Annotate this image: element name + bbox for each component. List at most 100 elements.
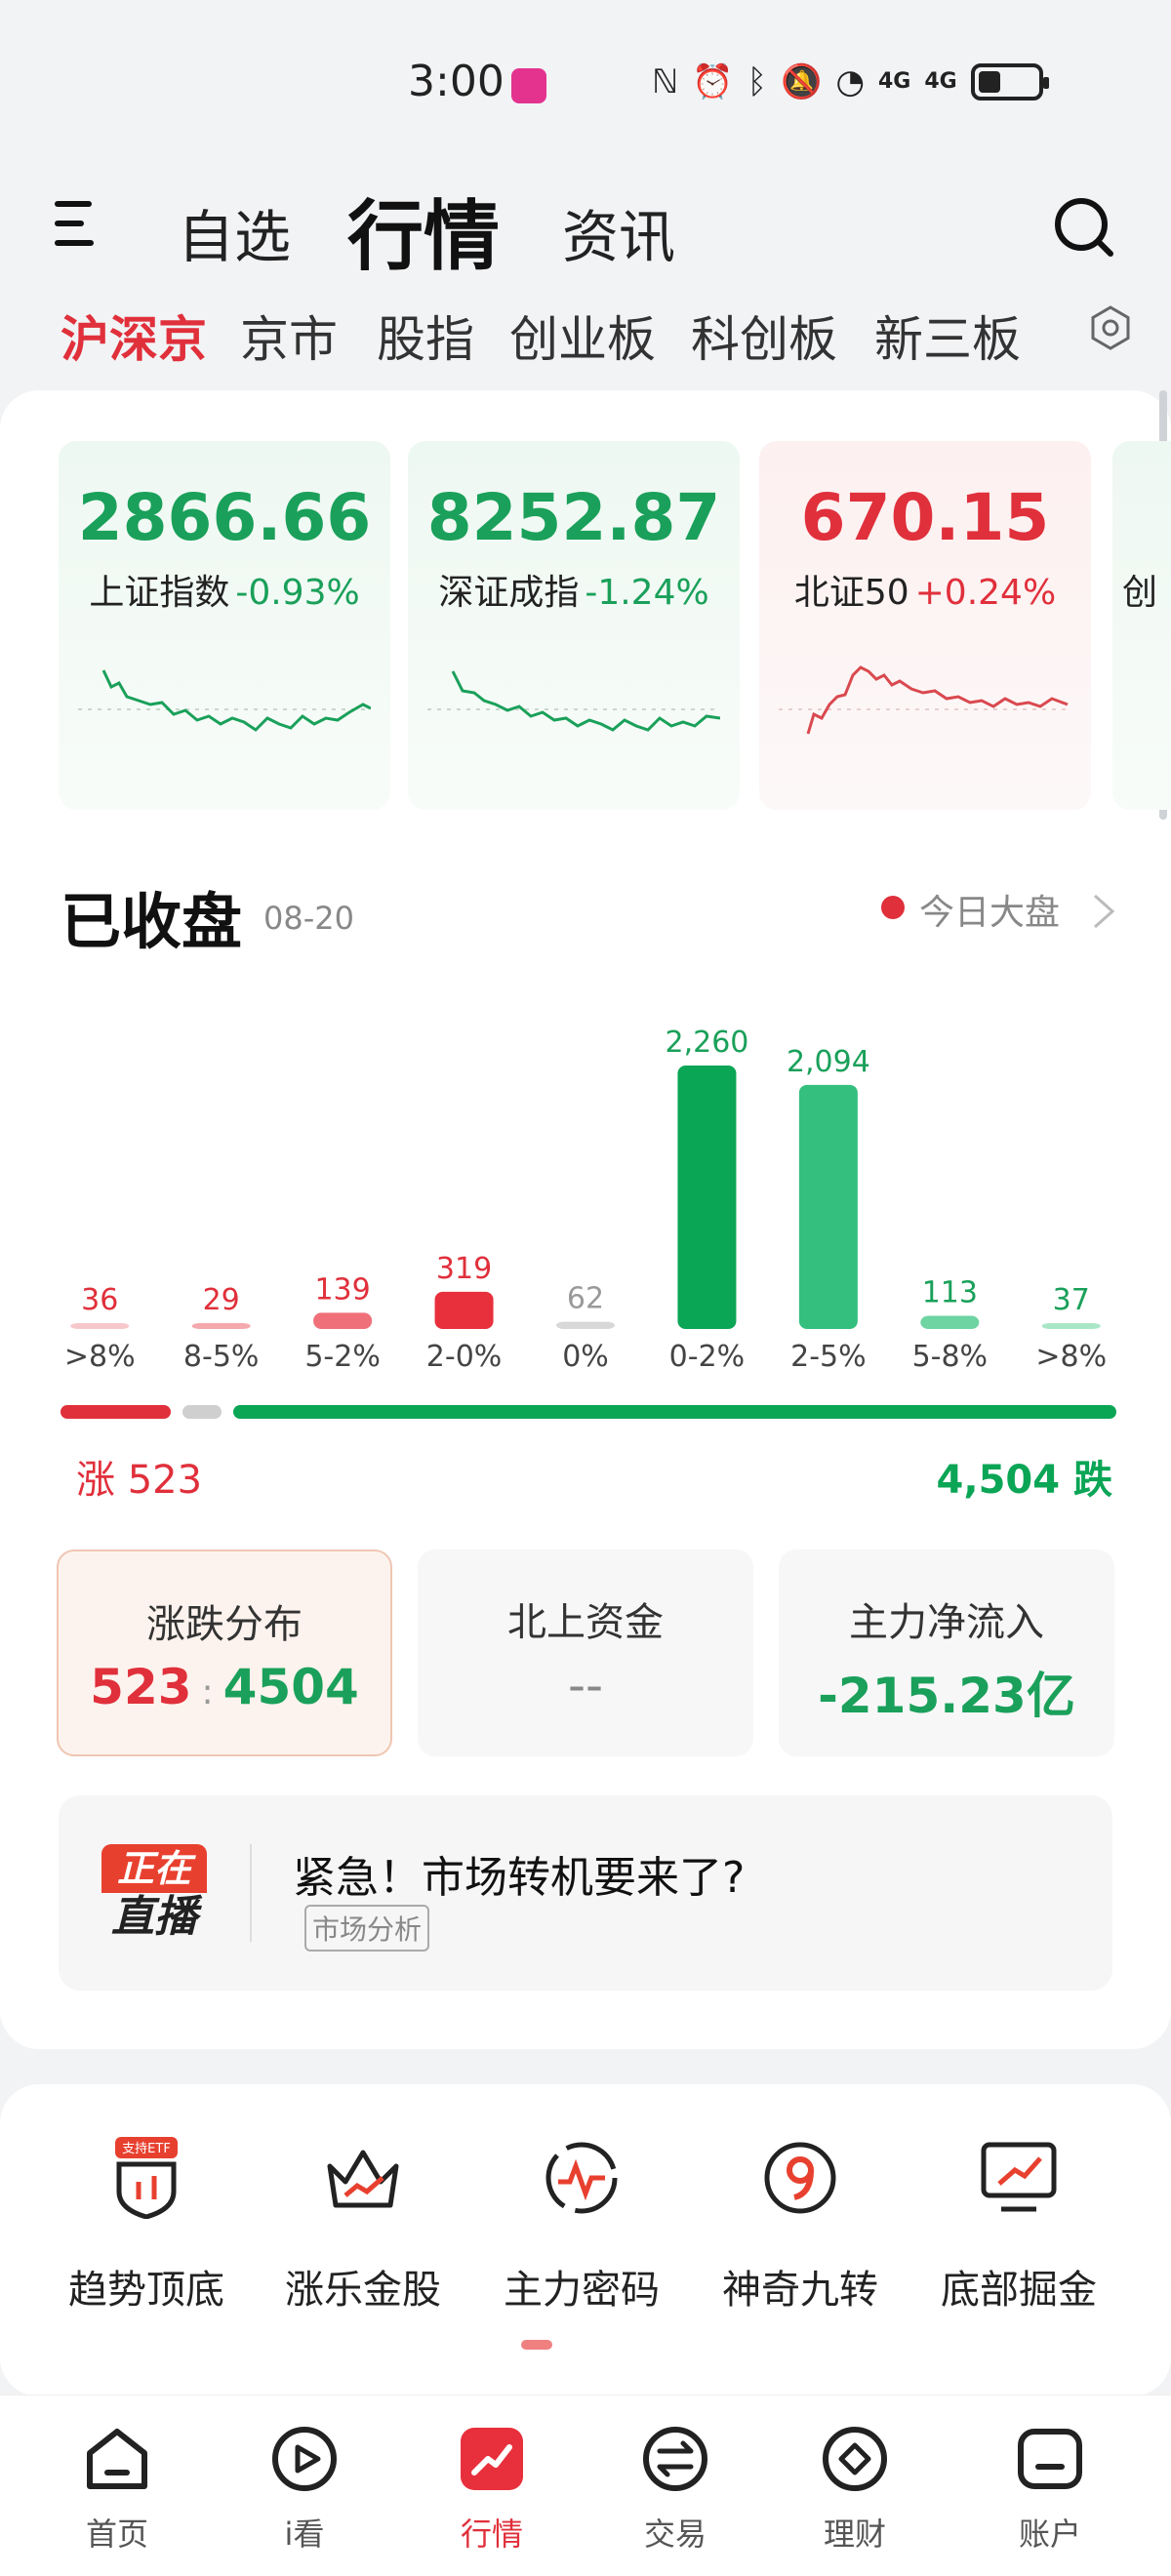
status-bar: 3:00 ℕ ⏰ ᛒ 🔕 ◔ 4G 4G bbox=[0, 0, 1171, 166]
bottom-nav-market[interactable]: 行情 bbox=[414, 2424, 570, 2555]
live-banner[interactable]: 正在 直播 紧急！市场转机要来了? 市场分析 bbox=[59, 1795, 1112, 1991]
tools-pager-indicator bbox=[521, 2340, 552, 2350]
live-badge-top: 正在 bbox=[101, 1844, 207, 1893]
chart-bar bbox=[677, 1066, 737, 1329]
chart-bar bbox=[556, 1321, 615, 1329]
stat-label: 涨跌分布 bbox=[146, 1602, 303, 1647]
subtab-chuangyeban[interactable]: 创业板 bbox=[509, 301, 656, 371]
chart-bar bbox=[1041, 1323, 1101, 1329]
chart-category-label: 5-8% bbox=[912, 1340, 989, 1374]
status-icons: ℕ ⏰ ᛒ 🔕 ◔ 4G 4G bbox=[652, 62, 1049, 101]
stat-value: -215.23亿 bbox=[818, 1668, 1075, 1724]
sparkline bbox=[78, 669, 371, 732]
status-time: 3:00 bbox=[408, 57, 505, 106]
chart-bar bbox=[313, 1312, 373, 1329]
chart-category-label: 5-2% bbox=[304, 1340, 381, 1374]
tool-label: 涨乐金股 bbox=[285, 2268, 441, 2313]
subtab-hushenjing[interactable]: 沪深京 bbox=[61, 301, 207, 371]
rise-count: 涨 523 bbox=[76, 1458, 203, 1503]
index-value: 670.15 bbox=[800, 480, 1050, 555]
bottom-nav-ikan[interactable]: i看 bbox=[226, 2424, 383, 2555]
chart-bar bbox=[920, 1315, 980, 1329]
index-change: -1.24% bbox=[585, 573, 709, 613]
index-card-chuangye[interactable]: 创 bbox=[1112, 441, 1171, 810]
subtab-xinsanban[interactable]: 新三板 bbox=[874, 301, 1021, 371]
tool-trend-top-bottom[interactable]: 支持ETF 趋势顶底 bbox=[49, 2137, 244, 2314]
wealth-icon bbox=[820, 2424, 890, 2494]
search-icon[interactable] bbox=[1052, 195, 1114, 258]
index-value: 8252.87 bbox=[426, 480, 721, 555]
bottom-nav-account[interactable]: 账户 bbox=[972, 2424, 1128, 2555]
index-label: 深证成指 -1.24% bbox=[408, 564, 740, 615]
chart-value-label: 319 bbox=[436, 1252, 492, 1286]
live-title: 紧急！市场转机要来了? bbox=[293, 1853, 746, 1903]
account-icon bbox=[1015, 2424, 1085, 2494]
bottom-nav-wealth[interactable]: 理财 bbox=[777, 2424, 933, 2555]
nfc-icon: ℕ bbox=[652, 62, 679, 101]
battery-icon bbox=[970, 63, 1049, 101]
tab-zixun[interactable]: 资讯 bbox=[562, 191, 675, 273]
index-card-beizheng50[interactable]: 670.15 北证50 +0.24% bbox=[759, 441, 1091, 810]
stat-label: 北上资金 bbox=[507, 1600, 664, 1645]
shield-chart-icon: 支持ETF bbox=[105, 2137, 187, 2220]
stat-northbound-funds[interactable]: 北上资金 -- bbox=[418, 1550, 753, 1756]
stat-main-net-inflow[interactable]: 主力净流入 -215.23亿 bbox=[779, 1550, 1114, 1756]
exchange-icon bbox=[640, 2424, 710, 2494]
chevron-right-icon[interactable] bbox=[1091, 892, 1116, 931]
settings-icon[interactable] bbox=[1087, 304, 1134, 351]
live-tag: 市场分析 bbox=[304, 1905, 430, 1952]
fall-progress-bar bbox=[233, 1405, 1116, 1419]
index-card-shanghai[interactable]: 2866.66 上证指数 -0.93% bbox=[59, 441, 390, 810]
stat-rise-fall-distribution[interactable]: 涨跌分布 523:4504 bbox=[57, 1550, 392, 1756]
tool-magic-nine-turn[interactable]: 神奇九转 bbox=[703, 2137, 898, 2314]
tool-label: 趋势顶底 bbox=[68, 2268, 224, 2313]
index-name: 创 bbox=[1122, 573, 1158, 613]
market-icon bbox=[457, 2424, 527, 2494]
market-status-date: 08-20 bbox=[263, 900, 354, 937]
index-label: 北证50 +0.24% bbox=[759, 564, 1091, 615]
chart-value-label: 62 bbox=[567, 1282, 604, 1316]
play-icon bbox=[269, 2424, 340, 2494]
index-card-shenzhen[interactable]: 8252.87 深证成指 -1.24% bbox=[408, 441, 740, 810]
stat-value: 523:4504 bbox=[59, 1659, 390, 1715]
tool-bottom-gold-mining[interactable]: 底部掘金 bbox=[921, 2137, 1116, 2314]
pulse-circle-icon bbox=[541, 2137, 623, 2219]
index-label: 上证指数 -0.93% bbox=[59, 564, 390, 615]
subtab-jingshi[interactable]: 京市 bbox=[240, 301, 338, 371]
chart-category-label: 0% bbox=[562, 1340, 609, 1374]
alarm-icon: ⏰ bbox=[692, 62, 734, 101]
app-badge-icon bbox=[511, 68, 546, 103]
monitor-chart-icon bbox=[978, 2137, 1060, 2219]
chart-category-label: 2-0% bbox=[426, 1340, 503, 1374]
flat-progress-bar bbox=[182, 1405, 222, 1419]
today-market-link[interactable]: 今日大盘 bbox=[919, 884, 1060, 935]
chart-value-label: 36 bbox=[81, 1283, 118, 1317]
crown-chart-icon bbox=[322, 2137, 404, 2219]
chart-value-label: 2,094 bbox=[787, 1045, 870, 1079]
index-name: 上证指数 bbox=[89, 573, 230, 613]
bottom-nav-label: 交易 bbox=[643, 2516, 707, 2553]
mute-icon: 🔕 bbox=[780, 62, 823, 101]
chart-value-label: 139 bbox=[314, 1272, 370, 1307]
fall-count: 4,504 跌 bbox=[936, 1458, 1112, 1503]
tool-badge: 支持ETF bbox=[122, 2142, 171, 2156]
home-icon bbox=[82, 2424, 152, 2494]
subtab-guzhi[interactable]: 股指 bbox=[377, 301, 474, 371]
chart-category-label: 0-2% bbox=[669, 1340, 746, 1374]
chart-category-label: >8% bbox=[1035, 1340, 1107, 1374]
index-value: 2866.66 bbox=[77, 480, 372, 555]
stat-label: 主力净流入 bbox=[849, 1600, 1044, 1645]
tab-hangqing[interactable]: 行情 bbox=[347, 176, 500, 285]
divider bbox=[250, 1844, 252, 1942]
chart-category-label: >8% bbox=[64, 1340, 136, 1374]
nine-circle-icon bbox=[759, 2137, 841, 2219]
tool-main-force-code[interactable]: 主力密码 bbox=[484, 2137, 679, 2314]
rise-progress-bar bbox=[61, 1405, 171, 1419]
subtab-kechuangban[interactable]: 科创板 bbox=[691, 301, 837, 371]
tool-zhangle-golden-stock[interactable]: 涨乐金股 bbox=[265, 2137, 461, 2314]
menu-icon[interactable] bbox=[55, 195, 101, 254]
tab-zixuan[interactable]: 自选 bbox=[178, 191, 291, 273]
index-name: 北证50 bbox=[793, 573, 909, 613]
bottom-nav-trade[interactable]: 交易 bbox=[597, 2424, 753, 2555]
bottom-nav-home[interactable]: 首页 bbox=[39, 2424, 195, 2555]
